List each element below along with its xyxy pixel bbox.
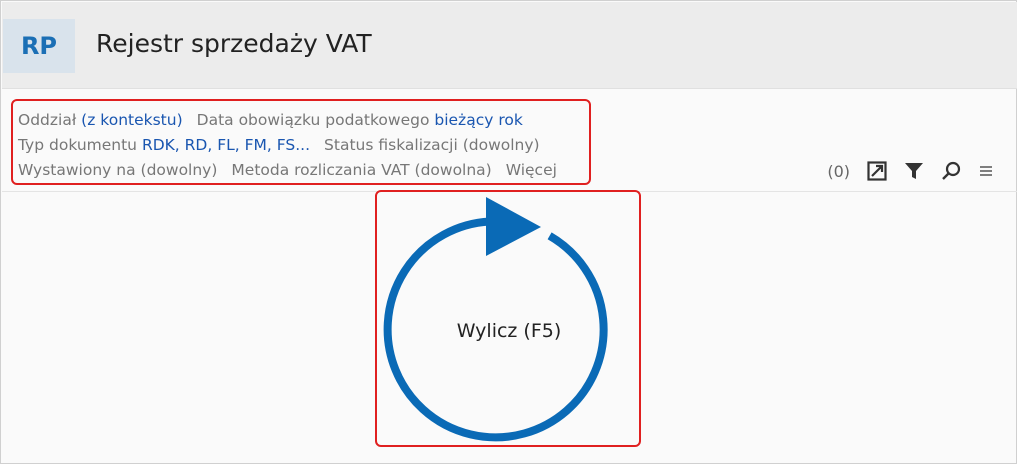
tax-date-filter-value[interactable]: bieżący rok bbox=[434, 111, 522, 129]
page-header: RP Rejestr sprzedaży VAT bbox=[2, 2, 1017, 89]
filter-panel: Oddział (z kontekstu) Data obowiązku poda… bbox=[11, 99, 591, 185]
calculate-label: Wylicz (F5) bbox=[456, 320, 562, 342]
refresh-arrow-icon bbox=[383, 197, 608, 442]
vat-method-filter[interactable]: Metoda rozliczania VAT (dowolna) bbox=[231, 161, 491, 179]
filter-row-2: Typ dokumentu RDK, RD, FL, FM, FS... Stat… bbox=[18, 133, 589, 158]
fiscal-status-filter[interactable]: Status fiskalizacji (dowolny) bbox=[324, 136, 540, 154]
page-title: Rejestr sprzedaży VAT bbox=[96, 29, 372, 58]
filter-row-1: Oddział (z kontekstu) Data obowiązku poda… bbox=[18, 108, 589, 133]
branch-filter-value[interactable]: (z kontekstu) bbox=[81, 111, 182, 129]
filter-icon[interactable] bbox=[904, 161, 924, 181]
branch-filter-label[interactable]: Oddział bbox=[18, 111, 76, 129]
search-icon[interactable] bbox=[941, 161, 961, 181]
record-count: (0) bbox=[827, 161, 850, 181]
calculate-button[interactable]: Wylicz (F5) bbox=[375, 190, 641, 447]
expand-icon[interactable] bbox=[867, 161, 887, 181]
app-badge: RP bbox=[3, 19, 75, 73]
more-filters-link[interactable]: Więcej bbox=[506, 161, 557, 179]
doc-type-filter-label[interactable]: Typ dokumentu bbox=[18, 136, 137, 154]
filter-row-3: Wystawiony na (dowolny) Metoda rozliczani… bbox=[18, 158, 589, 183]
doc-type-filter-value[interactable]: RDK, RD, FL, FM, FS... bbox=[142, 136, 310, 154]
issued-to-filter[interactable]: Wystawiony na (dowolny) bbox=[18, 161, 217, 179]
list-toolbar: (0) bbox=[827, 156, 994, 186]
window: RP Rejestr sprzedaży VAT Oddział (z kont… bbox=[0, 0, 1017, 464]
menu-icon[interactable] bbox=[978, 163, 994, 179]
tax-date-filter-label[interactable]: Data obowiązku podatkowego bbox=[197, 111, 430, 129]
